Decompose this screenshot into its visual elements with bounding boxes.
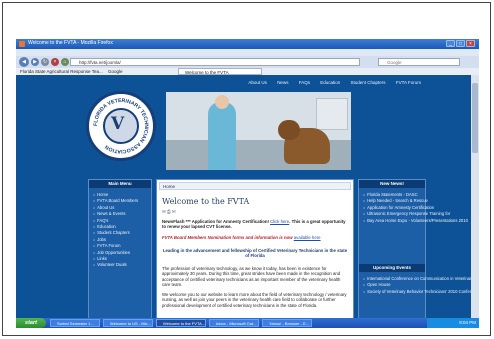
article-icons[interactable]: ✉ ⎙ ✉ — [162, 209, 176, 215]
news-header: New News! — [359, 180, 425, 188]
menu-bar: File Edit View History Bookmarks Tools H… — [16, 49, 479, 63]
main-menu-header: Main Menu — [89, 180, 151, 188]
site-nav-item[interactable]: Education — [320, 80, 340, 85]
site-navigation: About Us News FAQs Education Student Cha… — [239, 80, 421, 85]
site-nav-item[interactable]: Student Chapters — [351, 80, 386, 85]
taskbar: start Sorted Semester 1... Welcome to US… — [16, 318, 479, 328]
page-title: Welcome to the FVTA — [162, 197, 250, 206]
logo-caduceus-icon: V — [111, 114, 125, 134]
breadcrumb: Home — [159, 182, 351, 190]
site-nav-item[interactable]: FVTA Forum — [396, 80, 421, 85]
window-title: Welcome to the FVTA - Mozilla Firefox — [28, 40, 113, 46]
navigation-bar: ◀ ▶ ↻ × ⌂ http://fvta.net/joomla/ Google — [16, 56, 479, 68]
main-content: Home Welcome to the FVTA ✉ ⎙ ✉ NewsFlash… — [156, 179, 354, 318]
tab-bar: Welcome to the FVTA — [16, 68, 479, 75]
main-menu-item[interactable]: Volunteer Duals — [93, 262, 151, 268]
url-input[interactable]: http://fvta.net/joomla/ — [70, 58, 360, 66]
taskbar-item-active[interactable]: Welcome to the FVTA... — [156, 319, 206, 327]
back-icon[interactable]: ◀ — [19, 57, 29, 67]
maximize-button[interactable]: □ — [456, 40, 465, 47]
event-item[interactable]: Society of Veterinary Behavior Technicia… — [363, 289, 479, 295]
minimize-button[interactable]: _ — [446, 40, 455, 47]
stop-icon[interactable]: × — [51, 58, 59, 66]
site-nav-item[interactable]: News — [277, 80, 288, 85]
start-button[interactable]: start — [16, 318, 46, 328]
hero-photo — [166, 92, 351, 170]
forward-icon[interactable]: ▶ — [31, 58, 39, 66]
site-nav-item[interactable]: FAQs — [299, 80, 310, 85]
tab-fvta[interactable]: Welcome to the FVTA — [178, 68, 262, 75]
taskbar-item[interactable]: Sorted Semester 1... — [50, 319, 100, 327]
browser-window: Welcome to the FVTA - Mozilla Firefox _ … — [16, 39, 479, 328]
welcome-paragraph: We welcome you to our website to learn m… — [162, 292, 347, 308]
logo-emblem: V — [103, 108, 139, 144]
taskbar-item[interactable]: Yahoo! - Browser - E... — [262, 319, 312, 327]
news-item[interactable]: Ultrasonic Emergency Response Training f… — [363, 211, 450, 217]
technician-figure — [208, 102, 236, 170]
events-header: Upcoming Events — [359, 264, 425, 272]
news-item[interactable]: Bay Area Horse Expo - Volunteers/Present… — [363, 218, 468, 224]
amnesty-link[interactable]: Click here — [270, 219, 289, 224]
title-bar: Welcome to the FVTA - Mozilla Firefox _ … — [16, 39, 479, 49]
site-nav-item[interactable]: About Us — [248, 80, 267, 85]
search-input[interactable]: Google — [378, 58, 460, 66]
mission-statement: Leading in the advancement and fellowshi… — [162, 248, 348, 259]
web-page: About Us News FAQs Education Student Cha… — [16, 75, 479, 318]
fvta-logo[interactable]: FLORIDA VETERINARY TECHNICIAN ASSOCIATIO… — [86, 91, 156, 161]
news-item[interactable]: Help Needed - Search & Rescue — [363, 198, 428, 204]
taskbar-item[interactable]: Welcome to US - Mic... — [103, 319, 153, 327]
home-icon[interactable]: ⌂ — [61, 58, 69, 66]
close-button[interactable]: × — [466, 40, 475, 47]
nomination-link[interactable]: available here — [294, 235, 321, 240]
page-scrollbar[interactable] — [471, 75, 479, 318]
system-tray-clock: 9:04 PM — [427, 318, 479, 328]
main-menu: Main Menu HomeFVTA Board MembersAbout Us… — [88, 179, 152, 318]
taskbar-item[interactable]: Inbox - Microsoft Out... — [209, 319, 259, 327]
news-sidebar: New News! Florida Statements - DASCHelp … — [358, 179, 479, 318]
newsflash-paragraph: NewsFlash *** Application for Amnesty Ce… — [162, 219, 346, 230]
nomination-paragraph: FVTA Board Members Nomination forms and … — [162, 235, 321, 240]
intro-paragraph: The profession of veterinary technology,… — [162, 266, 341, 287]
reload-icon[interactable]: ↻ — [41, 58, 49, 66]
firefox-icon — [19, 41, 25, 47]
